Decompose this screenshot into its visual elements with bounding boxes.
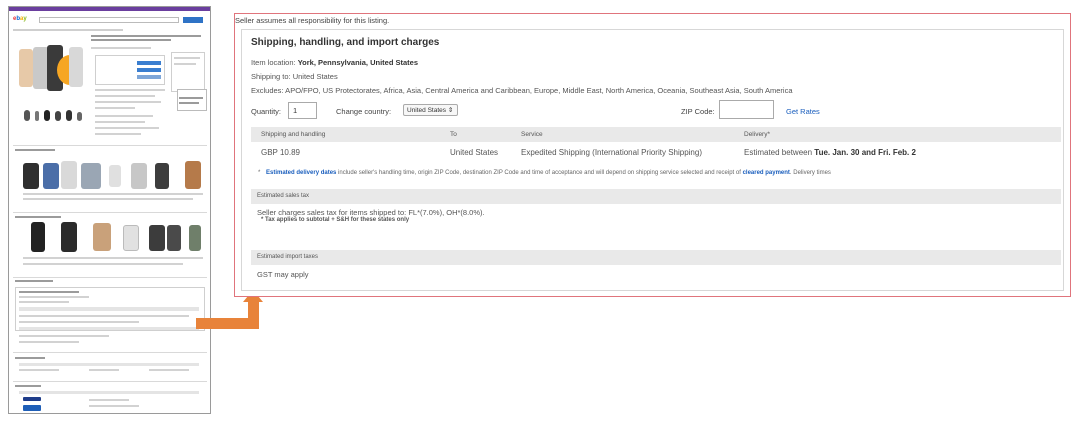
shipping-table-header [251, 127, 1061, 142]
delivery-estimate: Estimated between Tue. Jan. 30 and Fri. … [744, 148, 916, 157]
section-title: Shipping, handling, and import charges [251, 37, 440, 48]
delivery-note-star: * [258, 170, 261, 176]
zip-code-label: ZIP Code: [681, 107, 715, 116]
shipping-service: Expedited Shipping (International Priori… [521, 148, 702, 157]
shipping-excludes: Excludes: APO/FPO, US Protectorates, Afr… [251, 86, 793, 95]
sales-tax-text: Seller charges sales tax for items shipp… [257, 208, 485, 217]
paypal-icon [23, 397, 41, 401]
shipping-detail-zoom: Seller assumes all responsibility for th… [234, 13, 1071, 297]
delivery-dates: Tue. Jan. 30 and Fri. Feb. 2 [814, 148, 916, 157]
quantity-input[interactable]: 1 [288, 102, 317, 119]
change-country-label: Change country: [336, 107, 392, 116]
item-location: Item location: York, Pennsylvania, Unite… [251, 58, 419, 67]
item-location-value: York, Pennsylvania, United States [297, 58, 419, 67]
import-taxes-header-bar [251, 250, 1061, 265]
estimated-delivery-dates-link[interactable]: Estimated delivery dates [266, 170, 336, 176]
shipping-cost: GBP 10.89 [261, 148, 300, 157]
zip-code-input[interactable] [719, 100, 774, 119]
thumbnail-ad [177, 89, 207, 111]
quantity-label: Quantity: [251, 107, 282, 116]
header-delivery: Delivery* [744, 131, 771, 138]
page-thumbnail: ebay [8, 6, 211, 414]
header-to: To [450, 131, 457, 138]
sales-tax-header-bar [251, 189, 1061, 204]
thumbnail-search-button [183, 17, 203, 23]
import-taxes-text: GST may apply [257, 270, 309, 279]
header-service: Service [521, 131, 543, 138]
shipping-section: Shipping, handling, and import charges I… [241, 29, 1064, 291]
ebay-logo: ebay [13, 16, 27, 22]
sales-tax-header: Estimated sales tax [257, 193, 310, 199]
cleared-payment-link[interactable]: cleared payment [743, 170, 790, 176]
thumbnail-top-bar [9, 7, 210, 11]
header-shipping-handling: Shipping and handling [261, 131, 326, 138]
thumbnail-breadcrumb [13, 29, 123, 31]
shipping-to: Shipping to: United States [251, 72, 338, 81]
get-rates-link[interactable]: Get Rates [786, 107, 820, 116]
seller-disclaimer: Seller assumes all responsibility for th… [235, 16, 390, 25]
shipping-destination: United States [450, 148, 499, 157]
delivery-note: Estimated delivery dates include seller'… [266, 170, 831, 176]
country-select[interactable]: United States ⇕ [403, 104, 458, 116]
sales-tax-note: * Tax applies to subtotal + S&H for thes… [261, 217, 410, 223]
import-taxes-header: Estimated import taxes [257, 254, 319, 260]
thumbnail-search-bar [39, 17, 179, 23]
